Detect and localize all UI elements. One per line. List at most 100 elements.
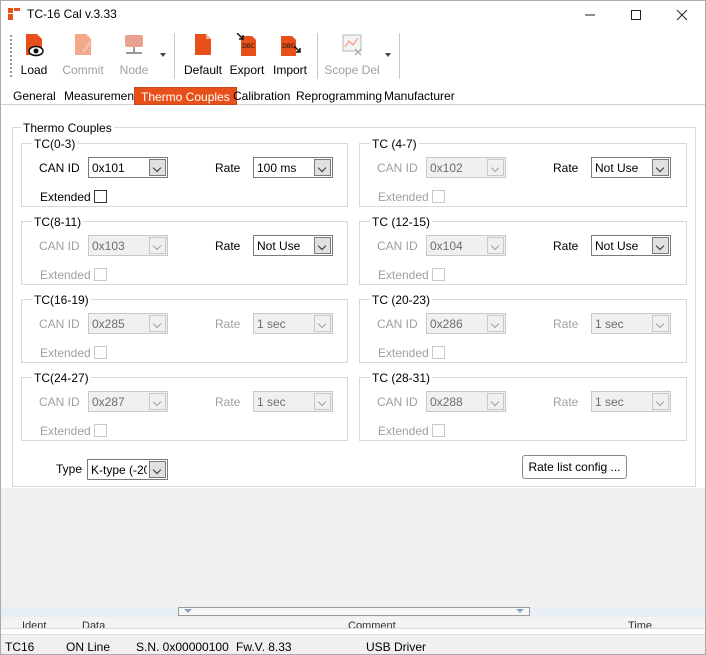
can-id-label: CAN ID xyxy=(39,239,80,253)
can-id-select[interactable]: 0x286 xyxy=(426,313,506,334)
maximize-button[interactable] xyxy=(613,1,659,29)
chevron-down-icon[interactable] xyxy=(652,237,669,254)
extended-label: Extended xyxy=(40,346,91,360)
log-col-ident[interactable]: Ident xyxy=(22,620,46,628)
type-select[interactable]: K-type (-200 xyxy=(87,459,168,480)
rate-select[interactable]: Not Use xyxy=(591,157,671,178)
tab-measurement[interactable]: Measurement xyxy=(58,87,143,105)
dbc-import-icon: DBC xyxy=(281,36,301,56)
extended-checkbox[interactable] xyxy=(94,190,107,203)
status-driver: USB Driver xyxy=(366,640,427,654)
extended-checkbox[interactable] xyxy=(94,346,107,359)
app-window: TC-16 Cal v.3.33 Load Commit Node Defaul… xyxy=(0,0,706,655)
rate-list-config-button[interactable]: Rate list config ... xyxy=(522,455,627,479)
tc-group: TC (20-23) CAN ID 0x286 Rate 1 sec Extended xyxy=(359,293,687,363)
can-id-select[interactable]: 0x287 xyxy=(88,391,168,412)
commit-button[interactable]: Commit xyxy=(59,31,107,81)
log-col-time[interactable]: Time xyxy=(628,620,652,628)
tab-manufacturer[interactable]: Manufacturer xyxy=(378,87,461,105)
extended-label: Extended xyxy=(378,190,429,204)
rate-select[interactable]: 1 sec xyxy=(253,391,333,412)
can-id-value: 0x103 xyxy=(92,239,125,253)
chevron-down-icon[interactable] xyxy=(149,159,166,176)
chevron-down-icon[interactable] xyxy=(149,315,166,332)
import-button[interactable]: DBC Import xyxy=(270,31,310,81)
extended-checkbox[interactable] xyxy=(432,190,445,203)
node-button[interactable]: Node xyxy=(115,31,153,81)
can-id-value: 0x101 xyxy=(92,161,125,175)
log-col-data[interactable]: Data xyxy=(82,620,105,628)
tc-group-title: TC(16-19) xyxy=(32,293,91,307)
can-id-select[interactable]: 0x103 xyxy=(88,235,168,256)
tc-group-title: TC (20-23) xyxy=(370,293,433,307)
toolbar-grip[interactable] xyxy=(10,35,12,77)
can-id-value: 0x288 xyxy=(430,395,463,409)
import-label: Import xyxy=(272,63,307,77)
tc-group-title: TC(0-3) xyxy=(32,137,78,151)
tab-calibration[interactable]: Calibration xyxy=(227,87,296,105)
chevron-down-icon[interactable] xyxy=(652,393,669,410)
load-button[interactable]: Load xyxy=(17,31,51,81)
chevron-down-icon[interactable] xyxy=(487,315,504,332)
chevron-down-icon[interactable] xyxy=(314,393,331,410)
chevron-down-icon[interactable] xyxy=(314,237,331,254)
close-button[interactable] xyxy=(659,1,705,29)
rate-select[interactable]: 1 sec xyxy=(253,313,333,334)
rate-select[interactable]: 1 sec xyxy=(591,313,671,334)
minimize-button[interactable] xyxy=(567,1,613,29)
load-label: Load xyxy=(20,63,48,77)
export-button[interactable]: DBC Export xyxy=(228,31,266,81)
extended-checkbox[interactable] xyxy=(432,424,445,437)
extended-checkbox[interactable] xyxy=(94,268,107,281)
toolbar: Load Commit Node Default DBC Export DBC … xyxy=(1,29,705,85)
rate-select[interactable]: Not Use xyxy=(591,235,671,256)
can-id-select[interactable]: 0x288 xyxy=(426,391,506,412)
tc-group: TC (28-31) CAN ID 0x288 Rate 1 sec Extended xyxy=(359,371,687,441)
can-id-value: 0x286 xyxy=(430,317,463,331)
rate-value: 1 sec xyxy=(595,395,624,409)
rate-select[interactable]: Not Use xyxy=(253,235,333,256)
default-button[interactable]: Default xyxy=(181,31,225,81)
chevron-down-icon[interactable] xyxy=(314,315,331,332)
rate-label: Rate xyxy=(215,395,241,409)
chevron-down-icon[interactable] xyxy=(487,393,504,410)
scope-del-dropdown-icon[interactable] xyxy=(385,53,391,57)
rate-value: Not Use xyxy=(257,239,301,253)
splitter-handle[interactable] xyxy=(178,607,530,616)
commit-icon xyxy=(75,34,92,55)
extended-checkbox[interactable] xyxy=(432,346,445,359)
extended-label: Extended xyxy=(40,190,91,204)
extended-label: Extended xyxy=(378,268,429,282)
extended-checkbox[interactable] xyxy=(94,424,107,437)
rate-select[interactable]: 100 ms xyxy=(253,157,333,178)
tab-general[interactable]: General xyxy=(7,87,62,105)
chevron-down-icon[interactable] xyxy=(149,237,166,254)
tc-group-title: TC (4-7) xyxy=(370,137,419,151)
toolbar-separator xyxy=(174,33,175,79)
tab-thermo-couples[interactable]: Thermo Couples xyxy=(134,87,237,105)
rate-value: 1 sec xyxy=(595,317,624,331)
chevron-down-icon[interactable] xyxy=(652,159,669,176)
can-id-select[interactable]: 0x104 xyxy=(426,235,506,256)
minimize-icon xyxy=(585,14,595,16)
scope-del-button[interactable]: Scope Del xyxy=(323,31,381,81)
extended-checkbox[interactable] xyxy=(432,268,445,281)
chevron-down-icon[interactable] xyxy=(149,393,166,410)
extended-label: Extended xyxy=(40,268,91,282)
can-id-select[interactable]: 0x102 xyxy=(426,157,506,178)
chevron-down-icon[interactable] xyxy=(149,461,166,478)
can-id-select[interactable]: 0x101 xyxy=(88,157,168,178)
log-col-comment[interactable]: Comment xyxy=(348,620,396,628)
rate-select[interactable]: 1 sec xyxy=(591,391,671,412)
can-id-select[interactable]: 0x285 xyxy=(88,313,168,334)
chevron-down-icon[interactable] xyxy=(487,237,504,254)
chevron-down-icon[interactable] xyxy=(487,159,504,176)
tc-group: TC(16-19) CAN ID 0x285 Rate 1 sec Extended xyxy=(21,293,348,363)
node-dropdown-icon[interactable] xyxy=(160,53,166,57)
tab-reprogramming[interactable]: Reprogramming xyxy=(290,87,388,105)
chevron-down-icon[interactable] xyxy=(652,315,669,332)
can-id-label: CAN ID xyxy=(377,395,418,409)
tc-group-title: TC(8-11) xyxy=(32,215,84,229)
chevron-down-icon[interactable] xyxy=(314,159,331,176)
default-label: Default xyxy=(183,63,223,77)
